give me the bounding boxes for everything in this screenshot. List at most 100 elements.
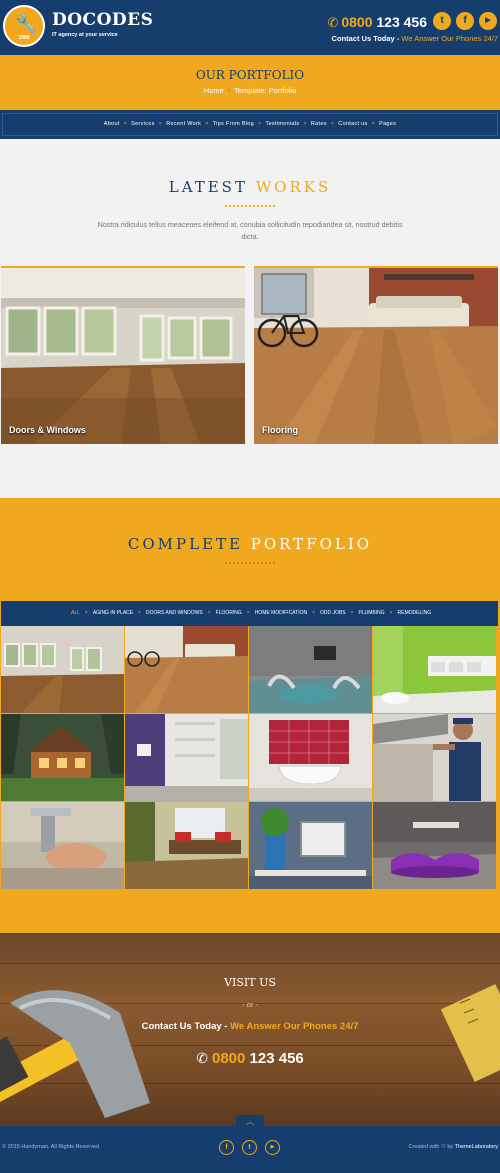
- phone-prefix: 0800: [341, 14, 373, 30]
- filter-plumbing[interactable]: PLUMBING: [359, 610, 385, 616]
- facebook-icon[interactable]: f: [219, 1140, 234, 1155]
- tile-image: [1, 802, 124, 889]
- work-card-caption: Flooring: [262, 425, 298, 435]
- filter-sep: ×: [84, 610, 88, 616]
- nav-item-recent-work[interactable]: Recent Work: [166, 121, 201, 127]
- visit-phone[interactable]: ✆ 0800 123 456: [0, 1050, 500, 1067]
- heart-icon: ♡: [440, 1144, 446, 1150]
- back-to-top-button[interactable]: ︿: [236, 1115, 264, 1127]
- portfolio-tile-purple-sofa[interactable]: [373, 802, 496, 889]
- latest-description: Nostra ridiculus tellus meacenes eleifen…: [97, 220, 403, 241]
- filter-sep: ×: [207, 610, 211, 616]
- page-title-band: OUR PORTFOLIO Home × Template: Portfolio: [0, 55, 500, 108]
- portfolio-tile-room-windows[interactable]: [1, 626, 124, 713]
- work-card-doors-windows[interactable]: Doors & Windows: [1, 266, 245, 444]
- visit-phone-prefix: 0800: [211, 1050, 246, 1067]
- portfolio-filter-bar: ALL × AGING IN PLACE × DOORS AND WINDOWS × FLO…: [1, 601, 498, 626]
- phone-icon: ✆: [196, 1051, 208, 1067]
- breadcrumb-current: Template: Portfolio: [234, 86, 297, 95]
- youtube-icon[interactable]: ▶: [479, 12, 497, 30]
- nav-sep: ×: [123, 121, 128, 127]
- complete-portfolio-section: COMPLETE PORTFOLIO ALL × AGING IN PLACE × DO…: [0, 498, 500, 933]
- portfolio-tile-log-house[interactable]: [1, 714, 124, 801]
- tile-image: [1, 714, 124, 801]
- nav-sep: ×: [303, 121, 307, 127]
- filter-remodeling[interactable]: REMODELING: [398, 610, 432, 616]
- filter-doors-windows[interactable]: DOORS AND WINDOWS: [146, 610, 203, 616]
- twitter-icon[interactable]: t: [242, 1140, 257, 1155]
- complete-portfolio-title: COMPLETE PORTFOLIO: [0, 535, 500, 553]
- portfolio-tile-flooring[interactable]: [125, 626, 248, 713]
- credit-brand[interactable]: ThemeLaboratory: [455, 1144, 498, 1150]
- portfolio-tile-modern-lounge[interactable]: [249, 626, 372, 713]
- contact-answer: We Answer Our Phones 24/7: [401, 34, 498, 43]
- copyright: © 2015 Handyman. All Rights Reserved.: [2, 1144, 101, 1150]
- filter-flooring[interactable]: FLOORING: [216, 610, 242, 616]
- portfolio-tile-purple-shelves[interactable]: [125, 714, 248, 801]
- nav-sep: ×: [330, 121, 335, 127]
- facebook-icon[interactable]: f: [456, 12, 474, 30]
- nav-sep: ×: [258, 121, 262, 127]
- flooring-image: [254, 268, 498, 444]
- tile-image: [125, 802, 248, 889]
- filter-sep: ×: [138, 610, 142, 616]
- visit-or: - or -: [242, 1000, 258, 1009]
- nav-item-testimonials[interactable]: Testimonials: [266, 121, 300, 127]
- portfolio-tile-red-bathroom[interactable]: [249, 714, 372, 801]
- footer-credit: Created with ♡ by ThemeLaboratory: [408, 1144, 498, 1150]
- tile-image: [125, 714, 248, 801]
- filter-sep: ×: [350, 610, 354, 616]
- portfolio-tile-bench-nook[interactable]: [125, 802, 248, 889]
- tile-image: [373, 626, 496, 713]
- twitter-icon[interactable]: t: [433, 12, 451, 30]
- breadcrumb: Home × Template: Portfolio: [0, 86, 500, 95]
- logo-badge[interactable]: 🔧 1988: [3, 5, 45, 47]
- portfolio-tile-faucet-repair[interactable]: [1, 802, 124, 889]
- nav-item-tips[interactable]: Tips From Blog: [213, 121, 254, 127]
- portfolio-grid: [1, 626, 498, 890]
- visit-contact-answer: We Answer Our Phones 24/7: [230, 1021, 359, 1032]
- complete-title-a: COMPLETE: [127, 535, 243, 553]
- filter-sep: ×: [312, 610, 316, 616]
- visit-us-title: VISIT US: [224, 976, 276, 989]
- nav-item-rates[interactable]: Rates: [311, 121, 327, 127]
- filter-home-modification[interactable]: HOME MODIFICATION: [255, 610, 307, 616]
- title-divider: [225, 205, 275, 207]
- nav-item-services[interactable]: Services: [131, 121, 155, 127]
- nav-item-pages[interactable]: Pages: [379, 121, 396, 127]
- portfolio-tile-handyman-gutter[interactable]: [373, 714, 496, 801]
- tile-image: [373, 802, 496, 889]
- logo-year: 1988: [18, 35, 30, 41]
- header-phone[interactable]: ✆ 0800 123 456: [327, 14, 427, 31]
- credit-by: by: [447, 1144, 454, 1150]
- title-divider: [225, 562, 275, 564]
- nav-sep: ×: [371, 121, 376, 127]
- nav-item-contact[interactable]: Contact us: [338, 121, 367, 127]
- visit-contact-label: Contact Us Today: [141, 1021, 222, 1032]
- youtube-icon[interactable]: ▶: [265, 1140, 280, 1155]
- filter-all[interactable]: ALL: [71, 610, 80, 616]
- visit-phone-number: 123 456: [245, 1050, 304, 1067]
- complete-title-b: PORTFOLIO: [250, 535, 373, 553]
- visit-contact-line: Contact Us Today - We Answer Our Phones …: [0, 1021, 500, 1032]
- site-footer: ︿ © 2015 Handyman. All Rights Reserved. …: [0, 1115, 500, 1173]
- breadcrumb-home[interactable]: Home: [204, 86, 224, 95]
- work-card-caption: Doors & Windows: [9, 425, 86, 435]
- portfolio-tile-plant-frame[interactable]: [249, 802, 372, 889]
- filter-aging-in-place[interactable]: AGING IN PLACE: [93, 610, 133, 616]
- contact-label: Contact Us Today: [331, 34, 395, 43]
- phone-icon: ✆: [327, 16, 339, 31]
- page-title: OUR PORTFOLIO: [195, 68, 305, 82]
- latest-title-b: WORKS: [255, 178, 332, 196]
- tile-image: [125, 626, 248, 713]
- filter-sep: ×: [389, 610, 393, 616]
- site-header: 🔧 1988 DOCODES IT agency at your service…: [0, 0, 500, 55]
- filter-odd-jobs[interactable]: ODD JOBS: [320, 610, 346, 616]
- nav-sep: ×: [205, 121, 209, 127]
- doors-windows-image: [1, 268, 245, 444]
- work-card-flooring[interactable]: Flooring: [254, 266, 498, 444]
- nav-sep: ×: [158, 121, 163, 127]
- portfolio-tile-green-room[interactable]: [373, 626, 496, 713]
- logo-title[interactable]: DOCODES: [52, 10, 153, 30]
- nav-item-about[interactable]: About: [104, 121, 120, 127]
